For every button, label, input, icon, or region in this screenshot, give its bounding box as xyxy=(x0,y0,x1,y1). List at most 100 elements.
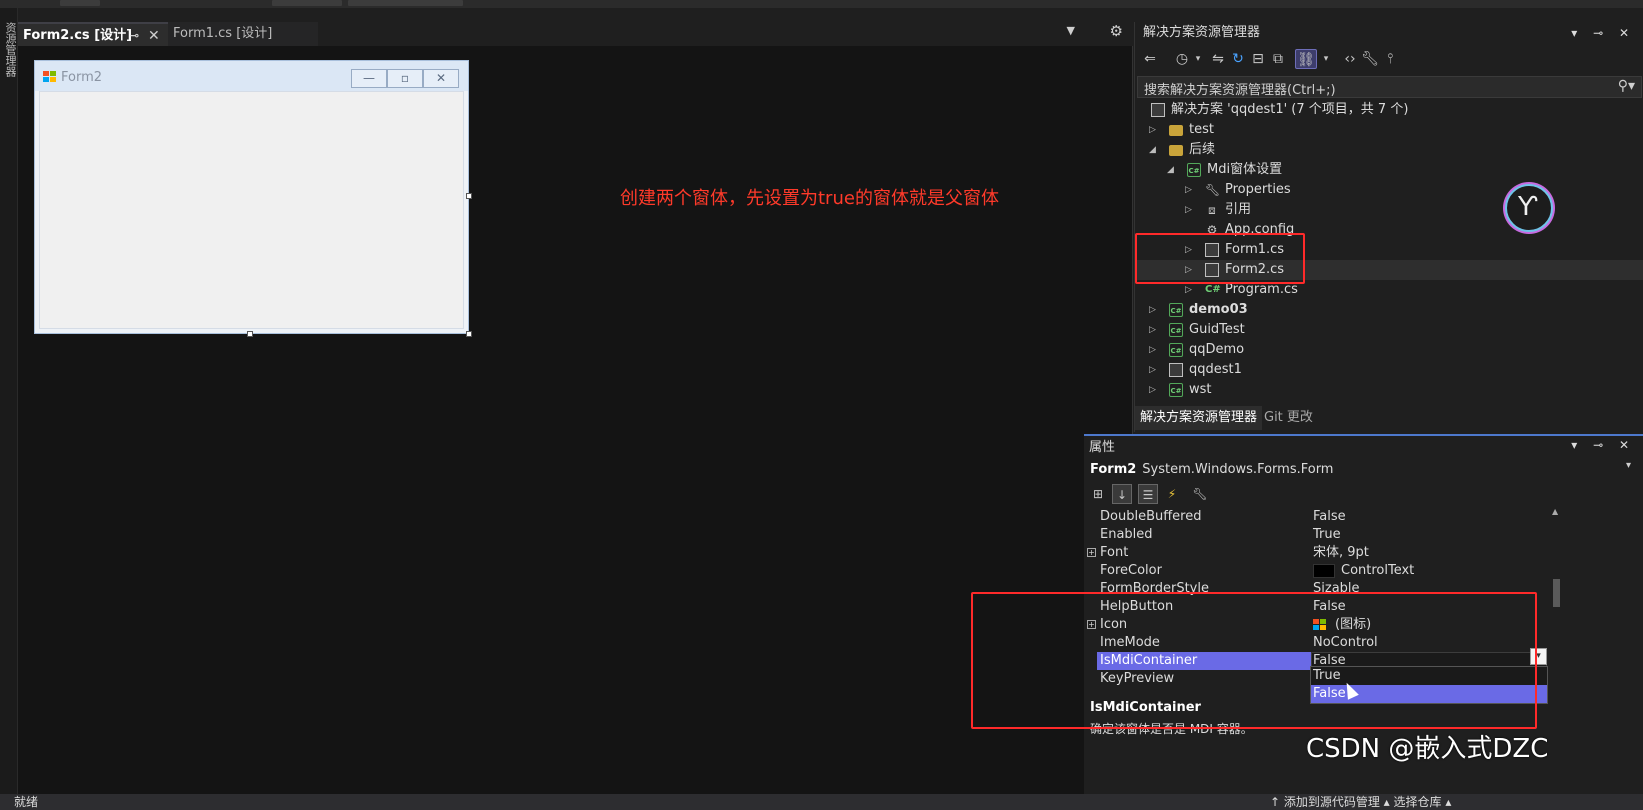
toolbar-fragment xyxy=(60,0,100,6)
tree-item[interactable]: ◢ C# Mdi窗体设置 xyxy=(1135,160,1643,180)
csharp-project-icon: C# xyxy=(1187,163,1201,177)
tree-item[interactable]: ▷ test xyxy=(1135,120,1643,140)
property-pages-icon[interactable]: 🔧︎ xyxy=(1190,484,1210,504)
tree-item[interactable]: 解决方案 'qqdest1' (7 个项目，共 7 个) xyxy=(1135,100,1643,120)
form-titlebar[interactable]: Form2 — ▫ ✕ xyxy=(35,61,468,91)
properties-icon[interactable]: ☰ xyxy=(1138,484,1158,504)
property-value-cell[interactable]: True xyxy=(1313,526,1341,544)
property-value: ControlText xyxy=(1341,563,1415,578)
tree-item[interactable]: ◢ 后续 xyxy=(1135,140,1643,160)
chevron-right-icon[interactable]: ▷ xyxy=(1185,180,1192,200)
property-row[interactable]: DoubleBuffered False xyxy=(1084,508,1630,526)
chevron-right-icon[interactable]: ▷ xyxy=(1149,300,1156,320)
show-all-files-icon[interactable]: ⧉ xyxy=(1269,49,1287,69)
tree-item[interactable]: ▷ 🔧︎ Properties xyxy=(1135,180,1643,200)
chevron-right-icon[interactable]: ▷ xyxy=(1149,320,1156,340)
ismdicontainer-highlight-box xyxy=(971,592,1537,729)
project-icon xyxy=(1169,363,1183,377)
expand-icon[interactable]: + xyxy=(1087,548,1096,557)
tree-item[interactable]: ▷ C# qqDemo xyxy=(1135,340,1643,360)
refresh-icon[interactable]: ↻ xyxy=(1229,49,1247,69)
search-placeholder: 搜索解决方案资源管理器(Ctrl+;) xyxy=(1144,83,1336,98)
tab-form2-design[interactable]: Form2.cs [设计] ⊸ ✕ xyxy=(18,22,168,46)
status-ready: 就绪 xyxy=(14,795,39,809)
scroll-thumb[interactable] xyxy=(1553,579,1560,607)
panel-controls[interactable]: ▾ ⊸ ✕ xyxy=(1571,22,1635,44)
sync-view-icon[interactable]: ⇐ xyxy=(1141,49,1159,69)
tree-item-label: qqdest1 xyxy=(1189,362,1242,377)
properties-toolbar: ⊞ ↓ ☰ ⚡ 🔧︎ xyxy=(1086,482,1386,506)
search-icon[interactable]: ⚲▾ xyxy=(1618,78,1635,94)
tab-solution-explorer[interactable]: 解决方案资源管理器 xyxy=(1135,406,1263,430)
property-name: Font xyxy=(1100,545,1129,560)
resize-handle-bottom[interactable] xyxy=(247,331,253,337)
form2-design-window[interactable]: Form2 — ▫ ✕ xyxy=(34,60,469,334)
tree-item[interactable]: ▷ ⧈ 引用 xyxy=(1135,200,1643,220)
chevron-down-icon[interactable]: ▾ xyxy=(1626,460,1631,471)
property-row[interactable]: ForeColor ControlText xyxy=(1084,562,1630,580)
document-tabs: Form2.cs [设计] ⊸ ✕ Form1.cs [设计] ▼ ⚙ xyxy=(18,22,1133,46)
alphabetical-icon[interactable]: ↓ xyxy=(1112,484,1132,504)
property-value-cell[interactable]: False xyxy=(1313,508,1346,526)
status-bar: 就绪 ↑ 添加到源代码管理 ▴ 选择仓库 ▴ xyxy=(0,794,1643,810)
pin-icon[interactable]: ⊸ xyxy=(130,24,139,48)
tab-label: Form1.cs [设计] xyxy=(173,26,273,41)
tree-item-label: test xyxy=(1189,122,1214,137)
chevron-right-icon[interactable]: ▷ xyxy=(1149,120,1156,140)
tree-item-label: Properties xyxy=(1225,182,1291,197)
gear-icon[interactable]: ⚙ xyxy=(1110,22,1123,40)
maximize-icon: ▫ xyxy=(387,69,423,88)
tree-item[interactable]: ▷ C# GuidTest xyxy=(1135,320,1643,340)
panel-title: 解决方案资源管理器 xyxy=(1135,22,1643,44)
chevron-down-icon[interactable]: ▾ xyxy=(1317,49,1335,69)
tree-item[interactable]: ▷ qqdest1 xyxy=(1135,360,1643,380)
tree-item-label: qqDemo xyxy=(1189,342,1245,357)
tree-item[interactable]: ▷ C# wst xyxy=(1135,380,1643,400)
property-row[interactable]: + Font 宋体, 9pt xyxy=(1084,544,1630,562)
collapse-all-icon[interactable]: ⊟ xyxy=(1249,49,1267,69)
property-value-cell[interactable]: ControlText xyxy=(1313,562,1414,580)
object-selector[interactable]: Form2 System.Windows.Forms.Form xyxy=(1086,460,1556,480)
chevron-right-icon[interactable]: ▷ xyxy=(1149,360,1156,380)
property-value-cell[interactable]: 宋体, 9pt xyxy=(1313,544,1369,562)
panel-controls[interactable]: ▾ ⊸ ✕ xyxy=(1571,438,1635,452)
form-title: Form2 xyxy=(61,70,103,85)
tab-overflow-icon[interactable]: ▼ xyxy=(1067,24,1075,37)
chevron-right-icon[interactable]: ▷ xyxy=(1149,340,1156,360)
status-source-control[interactable]: ↑ 添加到源代码管理 ▴ 选择仓库 ▴ xyxy=(1270,794,1451,810)
resize-handle-corner[interactable] xyxy=(466,331,472,337)
tab-git-changes[interactable]: Git 更改 xyxy=(1259,406,1318,430)
events-icon[interactable]: ⚡ xyxy=(1162,484,1182,504)
property-row[interactable]: Enabled True xyxy=(1084,526,1630,544)
code-view-icon[interactable]: ‹› xyxy=(1341,49,1359,69)
track-active-icon[interactable]: ⛓ xyxy=(1295,49,1317,69)
wrench-icon[interactable]: 🔧︎ xyxy=(1361,49,1379,69)
property-scrollbar[interactable]: ▲ xyxy=(1550,507,1562,707)
tree-item-label: wst xyxy=(1189,382,1212,397)
switch-views-icon[interactable]: ⇋ xyxy=(1209,49,1227,69)
windows-form-icon xyxy=(43,71,56,82)
chevron-right-icon[interactable]: ▷ xyxy=(1185,200,1192,220)
solution-bottom-tabs: 解决方案资源管理器 Git 更改 xyxy=(1135,406,1643,430)
form-client-area[interactable] xyxy=(39,91,464,329)
form-files-highlight-box xyxy=(1135,233,1305,284)
tree-item-label: demo03 xyxy=(1189,302,1248,317)
tab-form1-design[interactable]: Form1.cs [设计] xyxy=(168,22,318,46)
watermark: CSDN @嵌入式DZC xyxy=(1306,734,1549,764)
panel-title: 属性 xyxy=(1089,440,1116,455)
server-explorer-label[interactable]: 资源管理器 xyxy=(2,22,17,77)
preview-icon[interactable]: ⫯ xyxy=(1381,49,1399,69)
chevron-down-icon[interactable]: ◢ xyxy=(1149,140,1156,160)
tree-item[interactable]: ▷ C# demo03 xyxy=(1135,300,1643,320)
csharp-file-icon: C# xyxy=(1205,284,1221,295)
chevron-down-icon[interactable]: ◢ xyxy=(1167,160,1174,180)
chevron-down-icon[interactable]: ▾ xyxy=(1189,49,1207,69)
solution-search-input[interactable]: 搜索解决方案资源管理器(Ctrl+;) ⚲▾ xyxy=(1137,76,1642,98)
left-tool-strip: 资源管理器 xyxy=(0,8,18,794)
categorized-icon[interactable]: ⊞ xyxy=(1088,484,1108,504)
scroll-up-icon[interactable]: ▲ xyxy=(1552,507,1558,516)
close-icon[interactable]: ✕ xyxy=(148,24,160,48)
chevron-right-icon[interactable]: ▷ xyxy=(1149,380,1156,400)
resize-handle-right[interactable] xyxy=(466,193,472,199)
assistant-icon[interactable]: Ƴ xyxy=(1505,184,1553,232)
